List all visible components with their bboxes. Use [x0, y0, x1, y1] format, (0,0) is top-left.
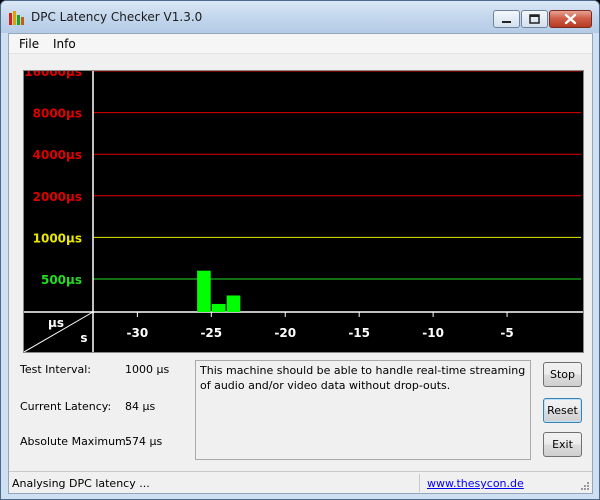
latency-bar	[211, 303, 226, 312]
status-bar: Analysing DPC latency ... www.thesycon.d…	[9, 471, 592, 493]
app-bar-chart-icon	[9, 11, 24, 25]
close-button[interactable]	[549, 10, 592, 28]
stop-button[interactable]: Stop	[543, 362, 582, 387]
window-title: DPC Latency Checker V1.3.0	[31, 10, 203, 24]
x-tick-label: -20	[274, 326, 296, 340]
y-tick-label: 16000µs	[24, 71, 82, 79]
current-latency-label: Current Latency:	[20, 400, 112, 413]
x-tick-label: -5	[500, 326, 513, 340]
latency-bar	[197, 270, 211, 312]
y-tick-label: 500µs	[41, 273, 82, 287]
y-unit-label: µs	[48, 316, 64, 330]
exit-button[interactable]: Exit	[543, 432, 582, 457]
y-tick-label: 8000µs	[33, 107, 82, 121]
latency-chart-svg: 16000µs 8000µs 4000µs 2000µs 1000µs 500µs µs s -…	[24, 71, 583, 352]
app-window: DPC Latency Checker V1.3.0 File Info 160…	[0, 0, 600, 500]
resize-grip-icon[interactable]	[580, 481, 590, 491]
absolute-maximum-label: Absolute Maximum:	[20, 435, 130, 448]
test-interval-value: 1000 µs	[125, 363, 170, 376]
menu-bar: File Info	[9, 34, 592, 54]
close-icon	[564, 13, 577, 25]
website-link[interactable]: www.thesycon.de	[427, 477, 524, 490]
maximize-button[interactable]	[521, 10, 548, 28]
client-area: File Info 16000µs 8000µs 4000µs 2000µs 1000µ…	[8, 33, 593, 494]
y-tick-label: 4000µs	[33, 148, 82, 162]
test-interval-label: Test Interval:	[20, 363, 91, 376]
status-separator	[419, 474, 420, 492]
current-latency-value: 84 µs	[125, 400, 156, 413]
minimize-button[interactable]	[493, 10, 520, 28]
menu-file[interactable]: File	[19, 37, 39, 51]
status-message-box: This machine should be able to handle re…	[195, 360, 531, 460]
x-tick-label: -15	[348, 326, 370, 340]
x-tick-label: -25	[200, 326, 222, 340]
x-unit-label: s	[80, 331, 87, 345]
maximize-icon	[529, 14, 540, 24]
status-text: Analysing DPC latency ...	[12, 477, 150, 490]
latency-bar	[226, 295, 241, 312]
title-bar[interactable]: DPC Latency Checker V1.3.0	[1, 1, 599, 33]
menu-info[interactable]: Info	[53, 37, 76, 51]
minimize-icon	[502, 21, 511, 23]
latency-chart: 16000µs 8000µs 4000µs 2000µs 1000µs 500µs µs s -…	[23, 70, 584, 353]
y-tick-label: 1000µs	[33, 231, 82, 245]
reset-button[interactable]: Reset	[543, 398, 582, 423]
status-message-text: This machine should be able to handle re…	[200, 364, 526, 392]
x-tick-label: -10	[422, 326, 444, 340]
x-tick-label: -30	[127, 326, 149, 340]
absolute-maximum-value: 574 µs	[125, 435, 163, 448]
y-tick-label: 2000µs	[33, 190, 82, 204]
